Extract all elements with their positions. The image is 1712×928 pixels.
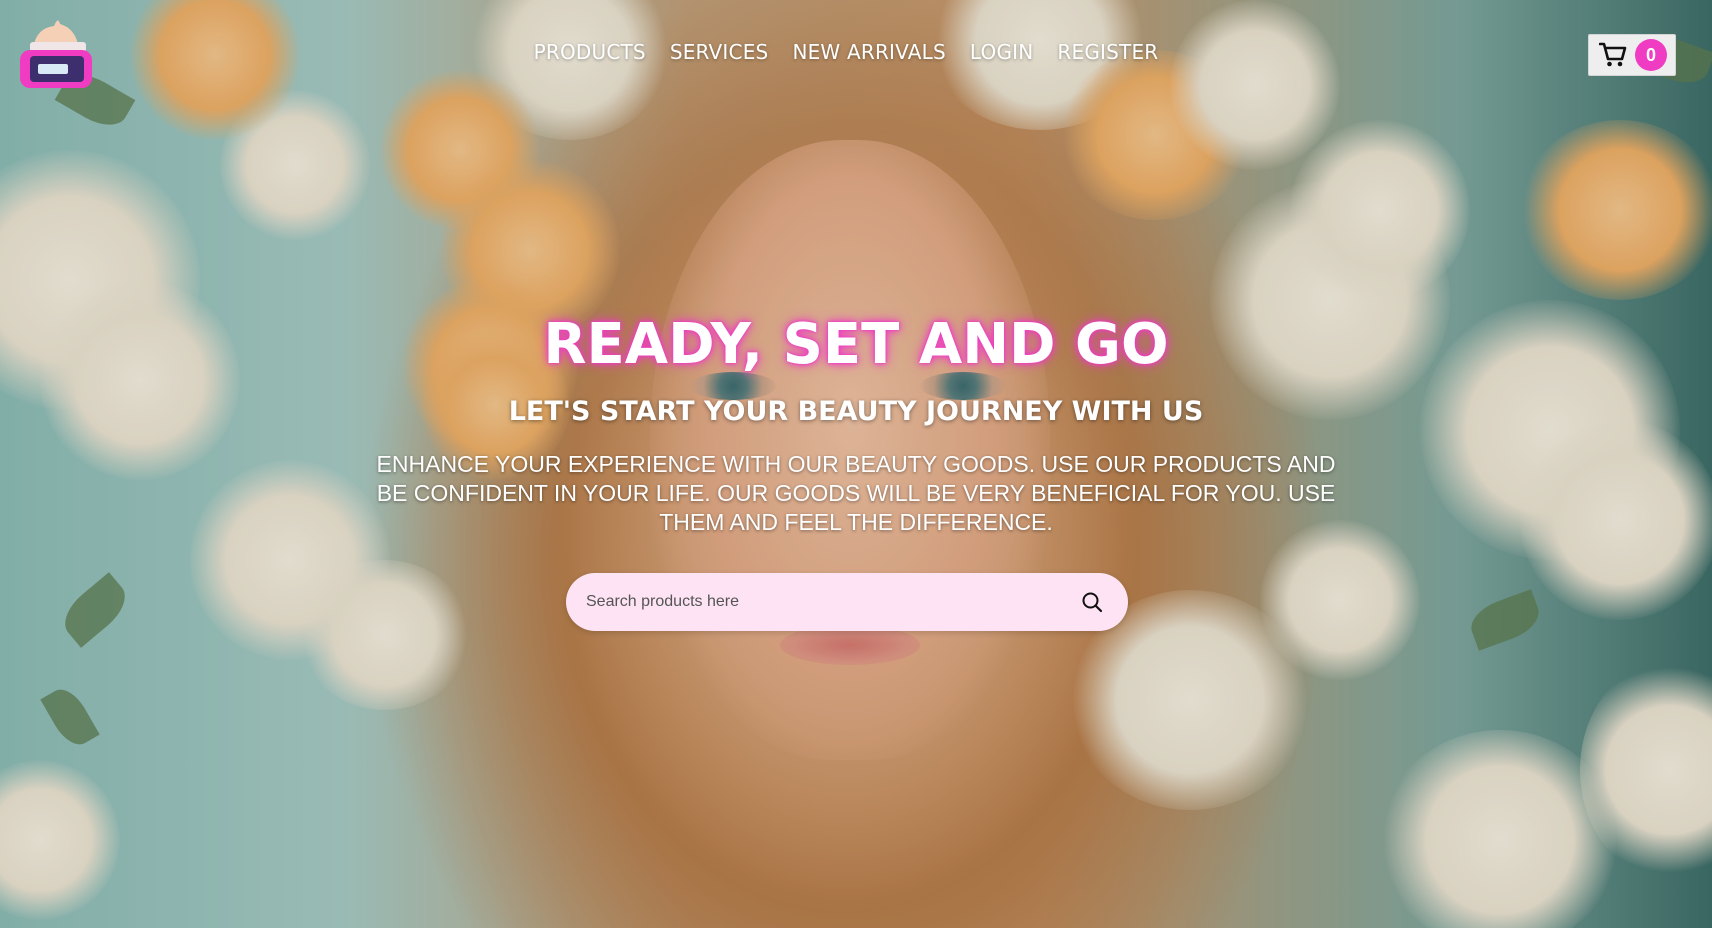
search-bar bbox=[566, 573, 1128, 631]
nav-link-register[interactable]: REGISTER bbox=[1057, 40, 1158, 64]
hero-title: READY, SET AND GO bbox=[543, 312, 1169, 377]
cart-icon bbox=[1599, 42, 1627, 67]
nav-link-services[interactable]: SERVICES bbox=[670, 40, 769, 64]
search-icon bbox=[1082, 592, 1103, 613]
nav-link-new-arrivals[interactable]: NEW ARRIVALS bbox=[792, 40, 945, 64]
nav-link-login[interactable]: LOGIN bbox=[970, 40, 1034, 64]
search-input[interactable] bbox=[586, 593, 1076, 611]
search-button[interactable] bbox=[1076, 586, 1108, 618]
cart-count-badge: 0 bbox=[1635, 39, 1667, 71]
cart-button[interactable]: 0 bbox=[1588, 34, 1676, 76]
hero-subtitle: LET'S START YOUR BEAUTY JOURNEY WITH US bbox=[508, 396, 1204, 427]
nav-link-products[interactable]: PRODUCTS bbox=[534, 40, 646, 64]
main-nav: PRODUCTS SERVICES NEW ARRIVALS LOGIN REG… bbox=[0, 40, 1712, 64]
hero-description: ENHANCE YOUR EXPERIENCE WITH OUR BEAUTY … bbox=[376, 451, 1336, 535]
